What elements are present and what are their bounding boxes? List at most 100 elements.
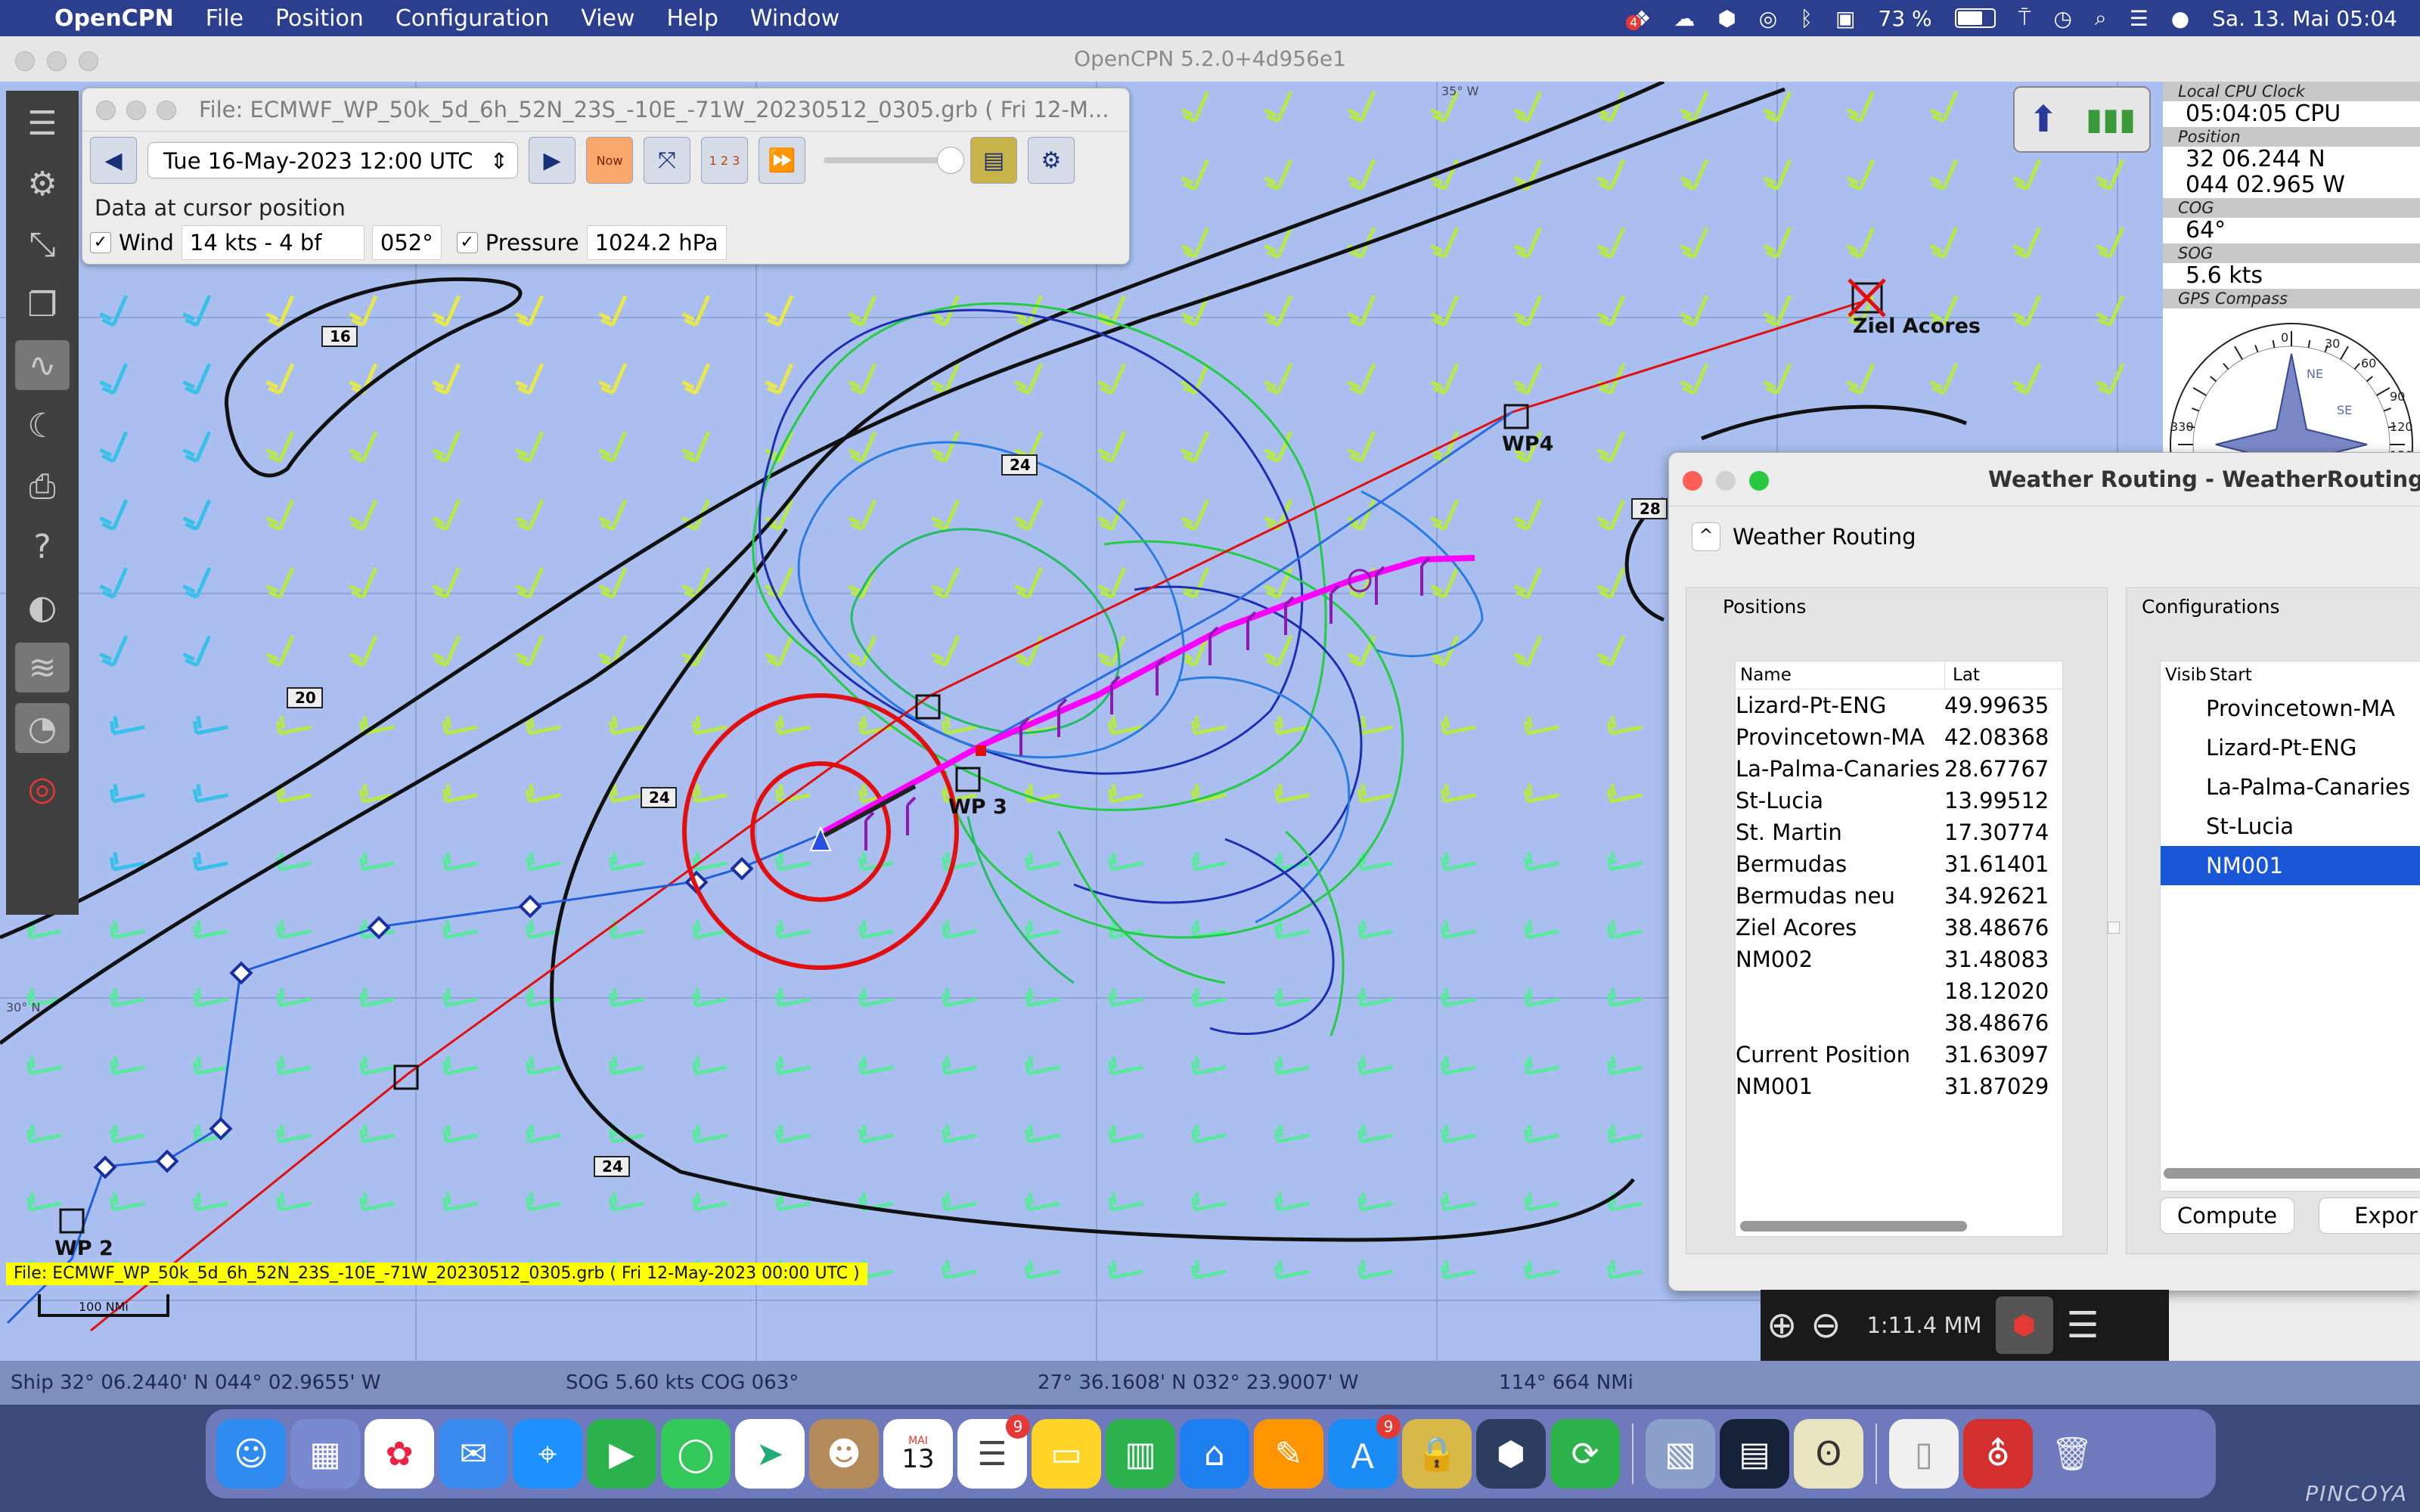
position-row[interactable]: NM001 31.87029 [1736,1070,2062,1102]
airdrop-icon[interactable]: ◎ [1759,6,1777,31]
pressure-checkbox[interactable]: ✓ [456,232,478,253]
configurations-list[interactable]: Visib Start Provincetown-MA Lizard-Pt-ENG… [2160,661,2420,1191]
now-button[interactable]: Now [586,137,633,184]
previous-step-button[interactable]: ◀ [90,137,137,184]
mail-icon[interactable]: ✉ [439,1419,508,1489]
messages-icon[interactable]: ◯ [661,1419,731,1489]
settings-gear-icon[interactable]: ⚙ [15,159,70,209]
pages-icon[interactable]: ✎ [1254,1419,1323,1489]
cloud-icon[interactable]: ☁ [1674,6,1695,31]
position-row[interactable]: Bermudas 31.61401 [1736,848,2062,880]
trash-icon[interactable]: 🗑 [2037,1419,2107,1489]
spotlight-search-icon[interactable]: ⌕ [2095,5,2107,31]
next-step-button[interactable]: ▶ [529,137,576,184]
position-row[interactable]: La-Palma-Canaries 28.67767 [1736,753,2062,785]
pane-splitter[interactable] [2108,922,2120,934]
help-icon[interactable]: ? [15,522,70,572]
night-mode-icon[interactable]: ☾ [15,401,70,451]
export-button[interactable]: Expor [2319,1198,2420,1234]
configuration-row[interactable]: La-Palma-Canaries [2161,767,2420,807]
position-row[interactable]: 18.12020 [1736,975,2062,1007]
position-row[interactable]: 38.48676 [1736,1007,2062,1039]
chart-menu-icon[interactable]: ☰ [2067,1304,2099,1346]
grib-zoom-button[interactable] [157,101,176,120]
position-row[interactable]: Provincetown-MA 42.08368 [1736,721,2062,753]
window-titlebar[interactable]: OpenCPN 5.2.0+4d956e1 [0,36,2420,82]
safari-icon[interactable]: ⌖ [513,1419,582,1489]
weather-routing-lifebuoy-icon[interactable]: ◎ [15,764,70,813]
position-row[interactable]: Lizard-Pt-ENG 49.99635 [1736,689,2062,721]
display-icon[interactable]: ▣ [1835,6,1855,31]
col-visible-header[interactable]: Visib [2161,662,2207,689]
positions-hscrollbar[interactable] [1740,1221,1967,1232]
weather-routing-titlebar[interactable]: Weather Routing - WeatherRoutingConf [1669,453,2420,507]
gps-signal-icon[interactable]: ▮▮▮ [2086,102,2136,137]
forecast-time-select[interactable]: Tue 16-May-2023 12:00 UTC ⇕ [147,142,518,178]
menubar-clock[interactable]: Sa. 13. Mai 05:04 [2212,6,2397,31]
antenna-icon[interactable]: ⍑ [2018,5,2031,31]
tide-current-icon[interactable]: ◐ [15,582,70,632]
maps-icon[interactable]: ➤ [735,1419,805,1489]
reminders-icon[interactable]: ☰ 9 [957,1414,1030,1489]
track-icon[interactable]: ∿ [15,340,70,390]
dropbox-icon[interactable]: ❖ 4 [1626,6,1651,31]
battery-icon[interactable] [1954,8,1996,28]
sync-app-icon[interactable]: ⟳ [1550,1419,1620,1489]
configuration-row[interactable]: Lizard-Pt-ENG [2161,728,2420,767]
interpolate-step-button[interactable]: 1 2 3 [701,137,748,184]
configuration-row-selected[interactable]: NM001 [2161,846,2420,885]
launchpad-icon[interactable]: ▦ [290,1419,360,1489]
kindle-icon[interactable]: ▤ [1720,1419,1789,1489]
ais-target-icon[interactable]: ⬢ [1995,1297,2053,1354]
acrobat-icon[interactable]: ⛢ [1963,1419,2033,1489]
zoom-to-grib-icon[interactable]: ⤧ [644,137,690,184]
position-row[interactable]: Bermudas neu 34.92621 [1736,880,2062,912]
keychain-icon[interactable]: 🔒 [1402,1419,1472,1489]
close-window-button[interactable] [15,51,35,71]
play-button[interactable]: ⏩ [759,137,805,184]
minimize-window-button[interactable] [47,51,67,71]
document-icon[interactable]: ▯ [1889,1419,1959,1489]
facetime-icon[interactable]: ▶ [587,1419,656,1489]
photos-icon[interactable]: ✿ [365,1419,434,1489]
finder-icon[interactable]: ☺ [216,1419,286,1489]
preview-icon[interactable]: ▧ [1646,1419,1715,1489]
keynote-icon[interactable]: ⌂ [1180,1419,1249,1489]
menu-app-name[interactable]: OpenCPN [54,5,174,32]
collapse-button[interactable]: ^ [1692,522,1720,551]
configuration-row[interactable]: St-Lucia [2161,807,2420,846]
north-up-icon[interactable]: ⬆ [2028,98,2059,141]
print-icon[interactable]: ⎙ [15,461,70,511]
menu-help[interactable]: Help [666,5,718,32]
menu-configuration[interactable]: Configuration [396,5,549,32]
time-machine-icon[interactable]: ◷ [2053,6,2071,31]
position-row[interactable]: St. Martin 17.30774 [1736,816,2062,848]
zoom-window-button[interactable] [79,51,98,71]
grib-settings-icon[interactable]: ⚙ [1028,137,1075,184]
col-lat-header[interactable]: Lat [1945,662,1980,689]
menu-window[interactable]: Window [750,5,839,32]
configuration-row[interactable]: Provincetown-MA [2161,689,2420,728]
chart-compass-widget[interactable]: ⬆ ▮▮▮ [2013,86,2151,153]
menu-position[interactable]: Position [275,5,364,32]
grib-plugin-icon[interactable]: ≋ [15,643,70,692]
compute-button[interactable]: Compute [2160,1198,2294,1234]
wr-minimize-button[interactable] [1716,471,1736,491]
dashboard-icon[interactable]: ◔ [15,703,70,753]
route-tool-icon[interactable]: ⤡ [15,219,70,269]
grib-panel-titlebar[interactable]: File: ECMWF_WP_50k_5d_6h_52N_23S_-10E_-7… [82,88,1129,132]
zoom-in-icon[interactable]: ⊕ [1767,1304,1797,1346]
calendar-icon[interactable]: MAI 13 [883,1419,953,1489]
route-manager-icon[interactable]: ❐ [15,280,70,330]
zoom-out-icon[interactable]: ⊖ [1810,1304,1841,1346]
col-name-header[interactable]: Name [1736,662,1945,689]
configurations-hscrollbar[interactable] [2164,1168,2420,1179]
time-slider-knob[interactable] [937,147,964,174]
position-row[interactable]: Current Position 31.63097 [1736,1039,2062,1070]
numbers-icon[interactable]: ▥ [1106,1419,1175,1489]
contacts-icon[interactable]: ☻ [809,1419,879,1489]
bluetooth-icon[interactable]: ᛒ [1800,6,1813,31]
hamburger-menu-icon[interactable]: ☰ [15,98,70,148]
app-store-icon[interactable]: Ａ9 [1328,1414,1401,1489]
wind-checkbox[interactable]: ✓ [90,232,111,253]
